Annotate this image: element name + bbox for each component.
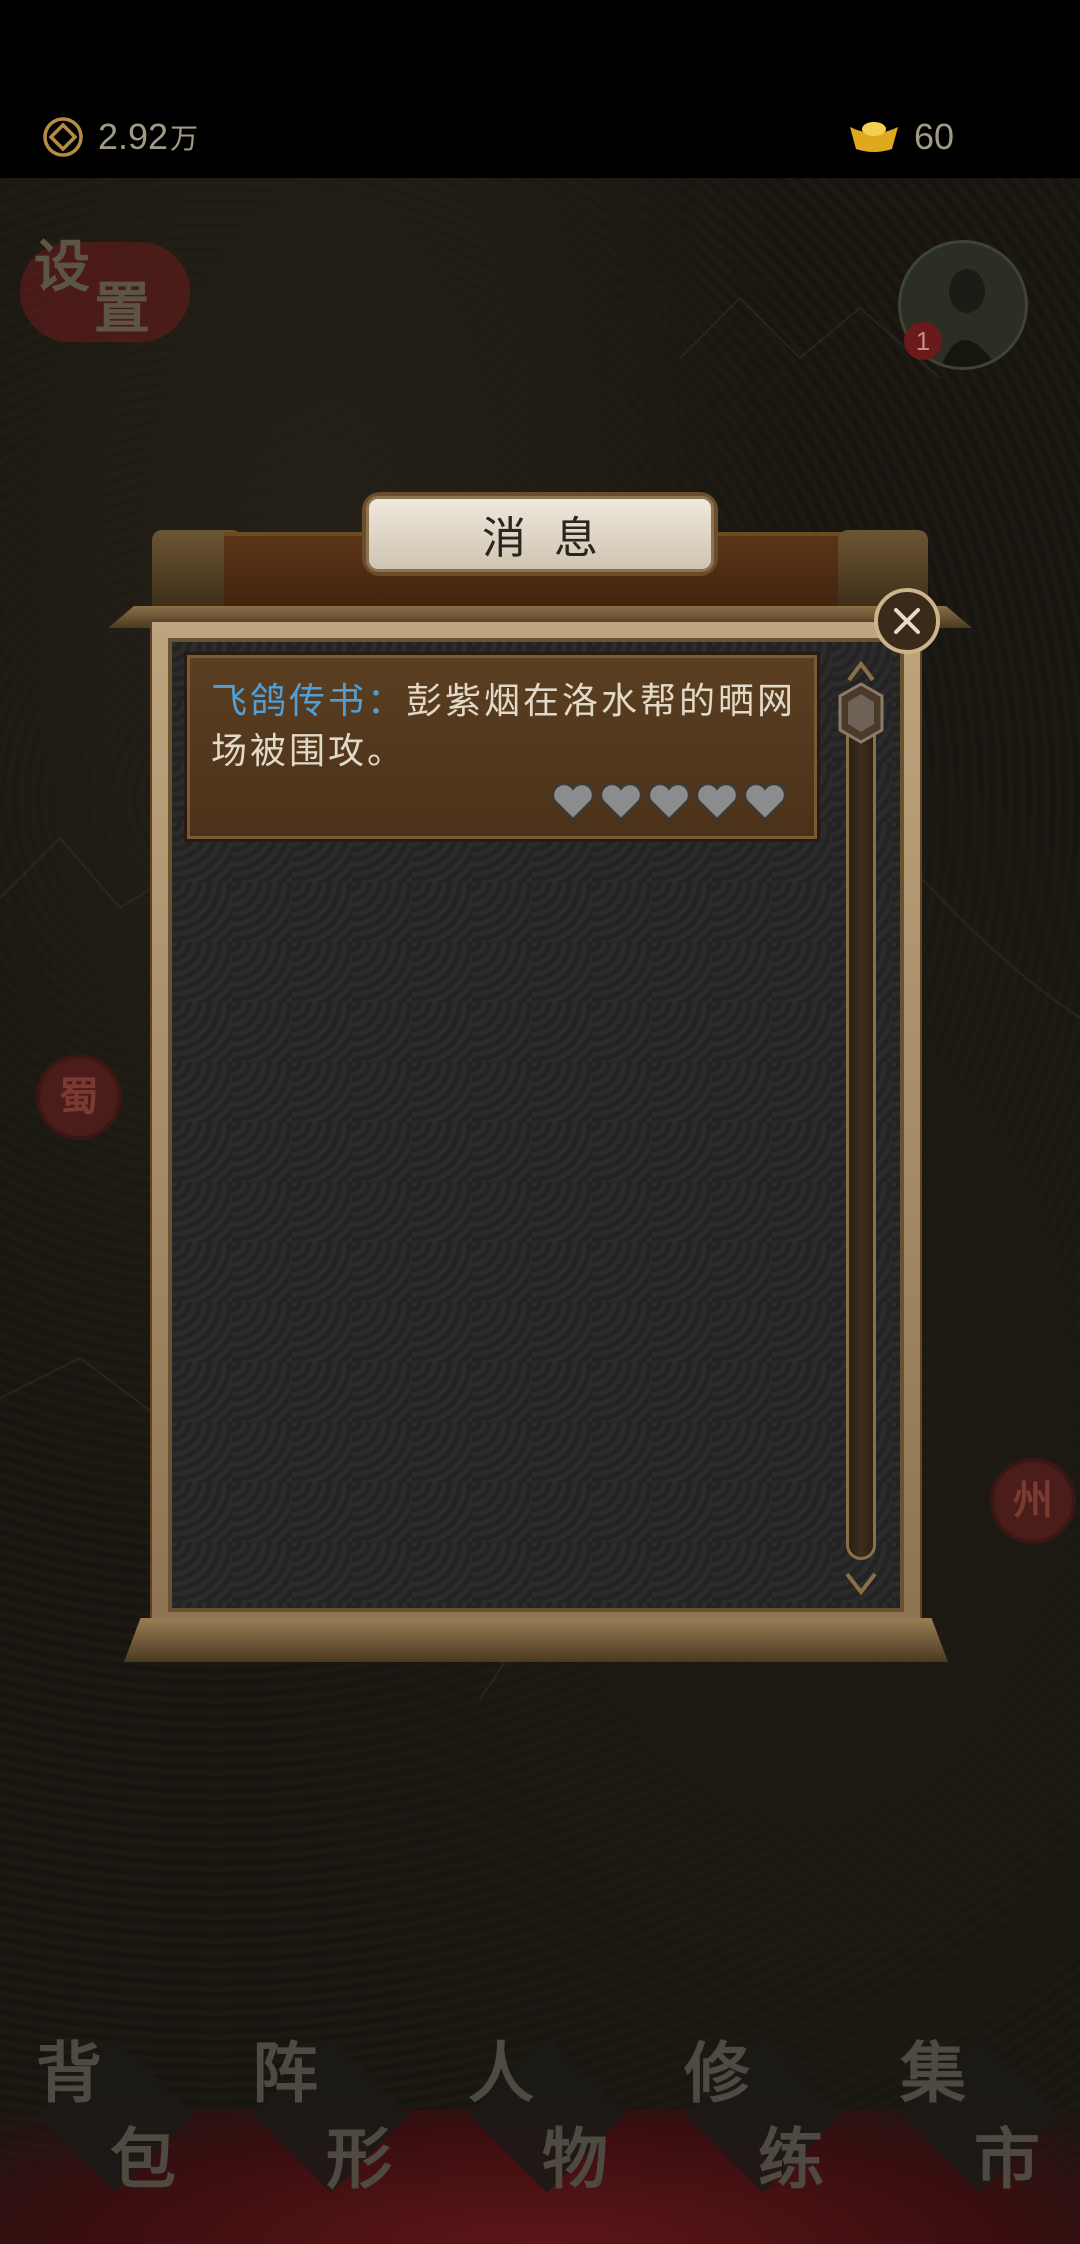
nav-bag[interactable]: 背 包 (0, 2020, 216, 2230)
nav-label-2: 物 (542, 2120, 608, 2198)
scroll-up-icon[interactable] (846, 656, 876, 684)
gold-counter[interactable]: 60 (848, 112, 954, 162)
nav-label-1: 人 (468, 2034, 534, 2112)
nav-training[interactable]: 修 练 (648, 2020, 864, 2230)
coin-value: 2.92 (98, 116, 169, 157)
close-icon (894, 608, 920, 634)
message-sender: 飞鸽传书： (211, 681, 407, 722)
nav-characters[interactable]: 人 物 (432, 2020, 648, 2230)
scrollbar-track[interactable] (846, 700, 876, 1560)
message-content: 飞鸽传书：彭紫烟在洛水帮的晒网场被围攻。 (211, 677, 799, 777)
status-bar: 2.92 万 60 (0, 0, 1080, 178)
message-rating (551, 781, 787, 821)
nav-formation[interactable]: 阵 形 (216, 2020, 432, 2230)
settings-button[interactable]: 设 置 (20, 222, 190, 342)
heart-icon (648, 783, 690, 821)
nav-market[interactable]: 集 市 (864, 2020, 1080, 2230)
heart-icon (552, 783, 594, 821)
notification-badge: 1 (904, 322, 942, 360)
nav-label-1: 修 (684, 2034, 750, 2112)
nav-label-1: 集 (900, 2034, 966, 2112)
bottom-nav: 背 包 阵 形 人 物 修 练 集 市 (0, 2020, 1080, 2230)
heart-icon (600, 783, 642, 821)
dialog-base-frame (124, 1618, 948, 1662)
nav-label-2: 包 (110, 2120, 176, 2198)
nav-label-2: 练 (758, 2120, 824, 2198)
nav-label-2: 形 (326, 2120, 392, 2198)
settings-label-2: 置 (94, 276, 150, 342)
coin-unit: 万 (170, 123, 199, 154)
heart-icon (696, 783, 738, 821)
message-card[interactable]: 飞鸽传书：彭紫烟在洛水帮的晒网场被围攻。 (184, 652, 820, 842)
coin-counter[interactable]: 2.92 万 (42, 112, 198, 162)
gold-value: 60 (914, 116, 955, 157)
region-seal-right[interactable]: 州 (990, 1458, 1076, 1544)
nav-label-1: 阵 (252, 2034, 318, 2112)
gold-ingot-icon (848, 119, 900, 155)
dialog-title-plate: 消息 (362, 492, 718, 576)
scroll-down-icon[interactable] (844, 1568, 878, 1598)
coin-icon (42, 116, 84, 158)
close-button[interactable] (874, 588, 940, 654)
dialog-title: 消息 (366, 496, 714, 572)
scrollbar-thumb[interactable] (836, 682, 886, 744)
settings-label-1: 设 (34, 234, 90, 300)
region-seal-left[interactable]: 蜀 (36, 1054, 122, 1140)
nav-label-1: 背 (36, 2034, 102, 2112)
heart-icon (744, 783, 786, 821)
nav-label-2: 市 (974, 2120, 1040, 2198)
